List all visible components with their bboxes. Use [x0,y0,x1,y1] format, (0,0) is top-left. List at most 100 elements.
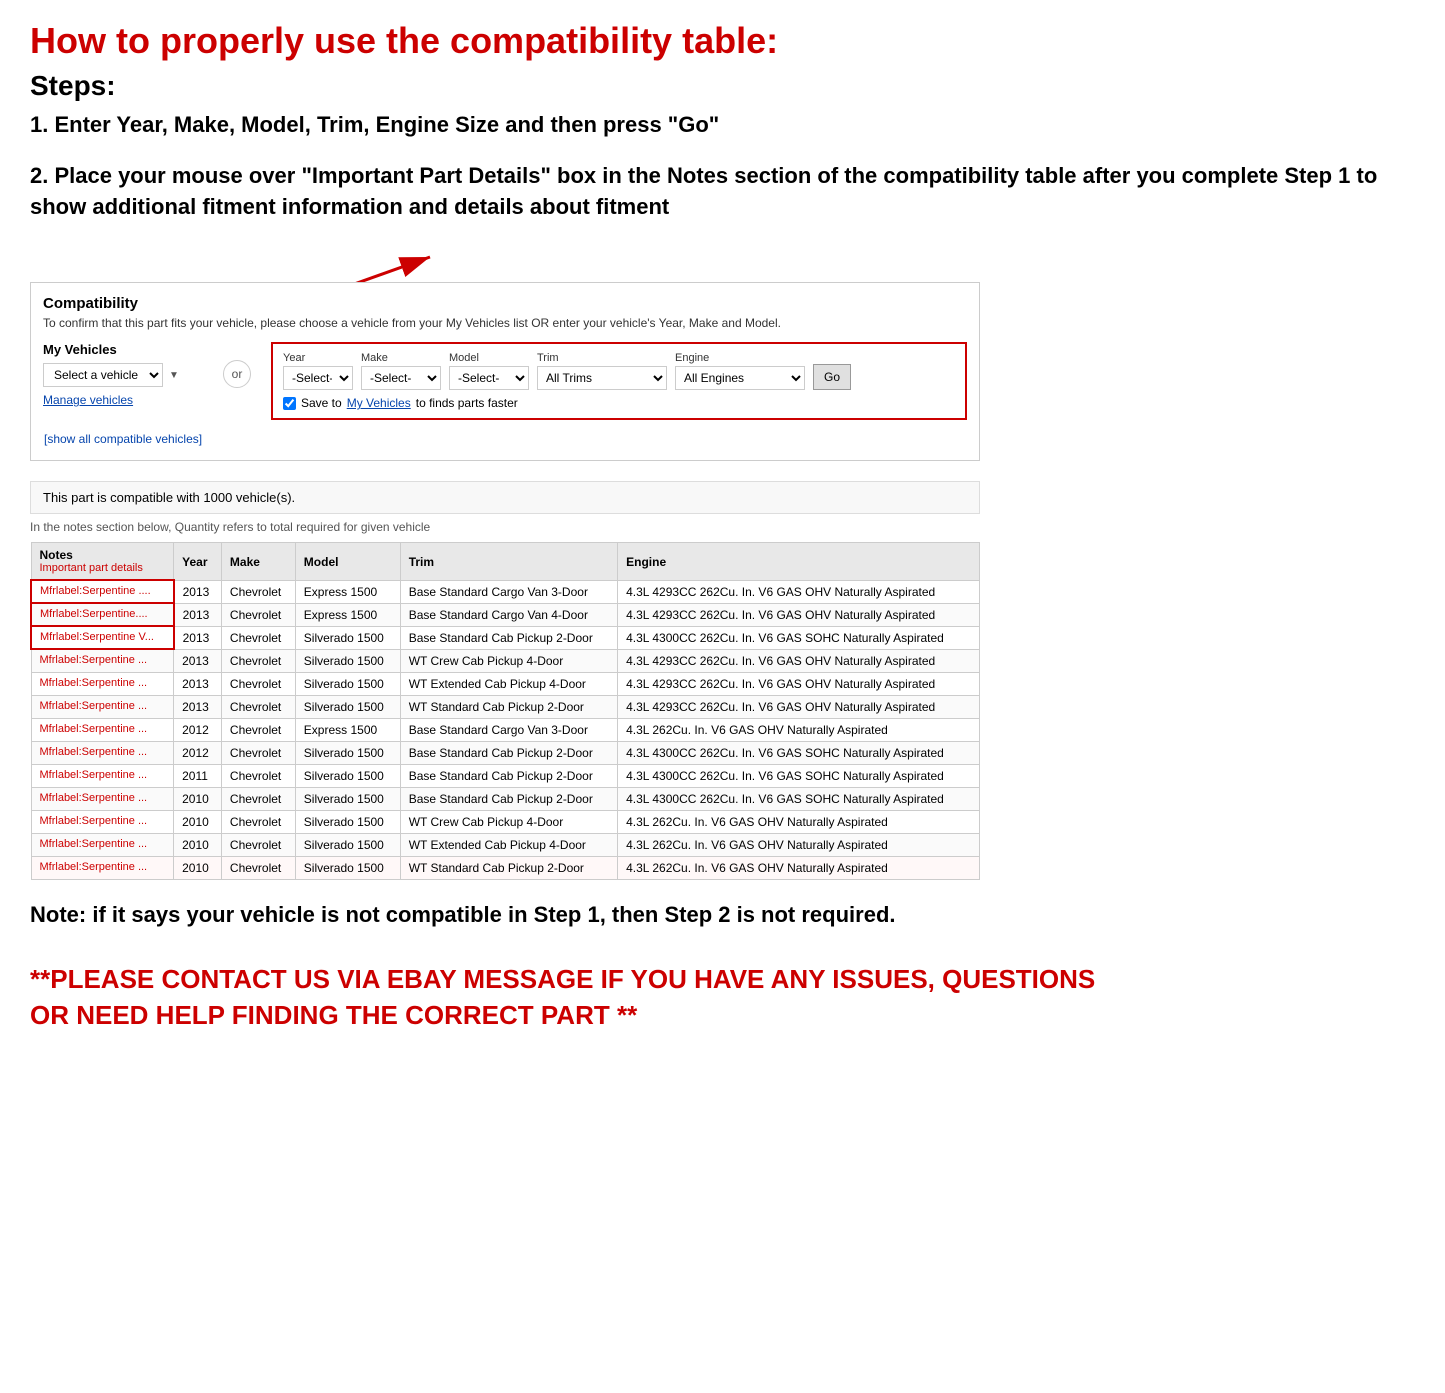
make-cell: Chevrolet [221,718,295,741]
year-cell: 2012 [174,718,222,741]
make-col: Make -Select- [361,352,441,390]
trim-cell: WT Crew Cab Pickup 4-Door [400,810,617,833]
engine-cell: 4.3L 4300CC 262Cu. In. V6 GAS SOHC Natur… [618,787,980,810]
make-cell: Chevrolet [221,764,295,787]
year-cell: 2010 [174,833,222,856]
trim-cell: Base Standard Cab Pickup 2-Door [400,741,617,764]
engine-cell: 4.3L 262Cu. In. V6 GAS OHV Naturally Asp… [618,833,980,856]
engine-cell: 4.3L 262Cu. In. V6 GAS OHV Naturally Asp… [618,856,980,879]
engine-cell: 4.3L 4293CC 262Cu. In. V6 GAS OHV Natura… [618,580,980,603]
year-cell: 2013 [174,649,222,672]
engine-cell: 4.3L 4293CC 262Cu. In. V6 GAS OHV Natura… [618,603,980,626]
compat-title: Compatibility [43,295,967,312]
make-cell: Chevrolet [221,741,295,764]
th-notes: Notes Important part details [31,543,174,581]
engine-cell: 4.3L 4300CC 262Cu. In. V6 GAS SOHC Natur… [618,741,980,764]
model-cell: Silverado 1500 [295,626,400,649]
make-label: Make [361,352,441,364]
trim-cell: WT Standard Cab Pickup 2-Door [400,695,617,718]
table-row: Mfrlabel:Serpentine ...2010ChevroletSilv… [31,810,980,833]
model-cell: Express 1500 [295,603,400,626]
model-select[interactable]: -Select- [449,366,529,390]
notes-cell: Mfrlabel:Serpentine ... [31,810,174,833]
make-cell: Chevrolet [221,649,295,672]
steps-label: Steps: [30,70,1415,102]
compatibility-table: Notes Important part details Year Make M… [30,542,980,880]
engine-cell: 4.3L 4300CC 262Cu. In. V6 GAS SOHC Natur… [618,626,980,649]
year-select[interactable]: -Select- [283,366,353,390]
notes-cell: Mfrlabel:Serpentine ... [31,649,174,672]
notes-cell: Mfrlabel:Serpentine ... [31,856,174,879]
make-cell: Chevrolet [221,695,295,718]
table-row: Mfrlabel:Serpentine V...2013ChevroletSil… [31,626,980,649]
engine-cell: 4.3L 4293CC 262Cu. In. V6 GAS OHV Natura… [618,695,980,718]
save-checkbox[interactable] [283,397,296,410]
table-row: Mfrlabel:Serpentine ...2013ChevroletSilv… [31,695,980,718]
main-title: How to properly use the compatibility ta… [30,20,1415,62]
make-select[interactable]: -Select- [361,366,441,390]
year-col: Year -Select- [283,352,353,390]
th-engine: Engine [618,543,980,581]
trim-cell: WT Standard Cab Pickup 2-Door [400,856,617,879]
model-cell: Silverado 1500 [295,856,400,879]
th-model: Model [295,543,400,581]
my-vehicles-section: My Vehicles Select a vehicle ▼ Manage ve… [43,342,203,407]
show-all-link[interactable]: [show all compatible vehicles] [43,431,203,447]
trim-cell: Base Standard Cargo Van 3-Door [400,580,617,603]
notes-cell: Mfrlabel:Serpentine .... [31,580,174,603]
table-row: Mfrlabel:Serpentine....2013ChevroletExpr… [31,603,980,626]
dropdown-arrow-icon: ▼ [169,370,179,381]
engine-label: Engine [675,352,805,364]
table-row: Mfrlabel:Serpentine ...2012ChevroletExpr… [31,718,980,741]
trim-label: Trim [537,352,667,364]
engine-select[interactable]: All Engines [675,366,805,390]
notes-cell: Mfrlabel:Serpentine ... [31,787,174,810]
or-divider: or [223,360,251,388]
table-row: Mfrlabel:Serpentine ...2010ChevroletSilv… [31,833,980,856]
year-cell: 2011 [174,764,222,787]
compatibility-container: Compatibility To confirm that this part … [30,282,980,461]
engine-cell: 4.3L 4293CC 262Cu. In. V6 GAS OHV Natura… [618,649,980,672]
model-cell: Silverado 1500 [295,787,400,810]
quantity-note: In the notes section below, Quantity ref… [30,520,980,534]
notes-cell: Mfrlabel:Serpentine.... [31,603,174,626]
year-cell: 2010 [174,856,222,879]
model-cell: Express 1500 [295,718,400,741]
step1-text: 1. Enter Year, Make, Model, Trim, Engine… [30,110,1415,141]
go-button[interactable]: Go [813,364,851,390]
year-cell: 2013 [174,695,222,718]
model-label: Model [449,352,529,364]
year-cell: 2012 [174,741,222,764]
save-suffix: to finds parts faster [416,396,518,410]
year-cell: 2010 [174,810,222,833]
table-row: Mfrlabel:Serpentine ...2010ChevroletSilv… [31,787,980,810]
trim-cell: WT Extended Cab Pickup 4-Door [400,672,617,695]
make-cell: Chevrolet [221,810,295,833]
trim-select[interactable]: All Trims [537,366,667,390]
th-trim: Trim [400,543,617,581]
make-cell: Chevrolet [221,603,295,626]
compat-count: This part is compatible with 1000 vehicl… [43,490,295,505]
table-row: Mfrlabel:Serpentine ...2010ChevroletSilv… [31,856,980,879]
engine-cell: 4.3L 262Cu. In. V6 GAS OHV Naturally Asp… [618,810,980,833]
vehicle-select[interactable]: Select a vehicle [43,363,163,387]
table-row: Mfrlabel:Serpentine ...2011ChevroletSilv… [31,764,980,787]
trim-cell: Base Standard Cargo Van 3-Door [400,718,617,741]
my-vehicles-link[interactable]: My Vehicles [347,396,411,410]
contact-section: **PLEASE CONTACT US VIA EBAY MESSAGE IF … [30,961,1130,1034]
year-cell: 2013 [174,672,222,695]
model-cell: Silverado 1500 [295,695,400,718]
trim-cell: WT Extended Cab Pickup 4-Door [400,833,617,856]
table-row: Mfrlabel:Serpentine ...2012ChevroletSilv… [31,741,980,764]
model-cell: Silverado 1500 [295,810,400,833]
trim-cell: WT Crew Cab Pickup 4-Door [400,649,617,672]
model-col: Model -Select- [449,352,529,390]
note-section: Note: if it says your vehicle is not com… [30,900,1130,931]
th-make: Make [221,543,295,581]
my-vehicles-label: My Vehicles [43,342,203,357]
make-cell: Chevrolet [221,833,295,856]
compat-info-bar: This part is compatible with 1000 vehicl… [30,481,980,514]
manage-vehicles-link[interactable]: Manage vehicles [43,393,203,407]
year-cell: 2010 [174,787,222,810]
compat-subtitle: To confirm that this part fits your vehi… [43,316,967,330]
